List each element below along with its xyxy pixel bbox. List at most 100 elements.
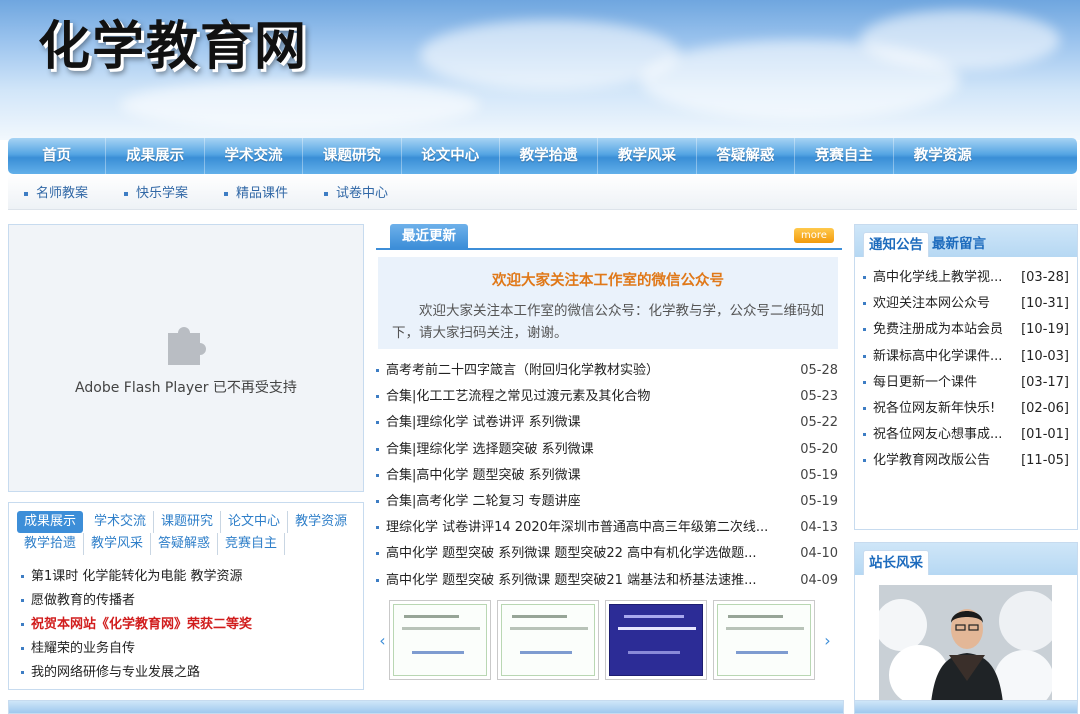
left-list: 第1课时 化学能转化为电能 教学资源 愿做教育的传播者 祝贺本网站《化学教育网》…: [9, 555, 363, 685]
nav-item-teaching-style[interactable]: 教学风采: [598, 138, 697, 174]
featured-article: 欢迎大家关注本工作室的微信公众号 欢迎大家关注本工作室的微信公众号：化学教与学，…: [378, 257, 838, 349]
list-item-title: 合集|理综化学 选择题突破 系列微课: [386, 441, 594, 457]
list-item[interactable]: 高考考前二十四字箴言（附回归化学教材实验） 05-28: [376, 358, 842, 384]
nav-item-competition[interactable]: 竞赛自主: [795, 138, 894, 174]
list-item-title: 理综化学 试卷讲评14 2020年深圳市普通高中高三年级第二次线...: [386, 520, 769, 536]
webmaster-title: 站长风采: [863, 550, 929, 575]
subnav-item-study-plans[interactable]: 快乐学案: [124, 182, 188, 201]
bottom-panel-edge: [8, 700, 844, 714]
list-item[interactable]: 祝各位网友心想事成... [01-01]: [863, 422, 1077, 448]
thumbnail[interactable]: [497, 600, 599, 680]
list-item-label: 祝贺本网站《化学教育网》荣获二等奖: [31, 617, 253, 632]
list-item-date: 05-19: [800, 493, 838, 509]
tab-latest-messages[interactable]: 最新留言: [927, 232, 991, 257]
nav-item-research[interactable]: 课题研究: [303, 138, 402, 174]
nav-item-home[interactable]: 首页: [8, 138, 107, 174]
list-item[interactable]: 合集|高考化学 二轮复习 专题讲座 05-19: [376, 489, 842, 515]
list-item-title: 新课标高中化学课件...: [873, 348, 1003, 364]
tab-academic[interactable]: 学术交流: [87, 511, 155, 533]
list-item-highlight[interactable]: 祝贺本网站《化学教育网》荣获二等奖: [21, 613, 363, 637]
thumbnail[interactable]: [605, 600, 707, 680]
list-item-date: 05-19: [800, 467, 838, 483]
bullet-icon: [376, 473, 379, 477]
panel-title[interactable]: 最近更新: [390, 224, 468, 248]
list-item[interactable]: 桂耀荣的业务自传: [21, 637, 363, 661]
list-item-date: [10-03]: [1021, 348, 1069, 364]
chevron-left-icon[interactable]: ‹: [376, 631, 389, 650]
featured-title[interactable]: 欢迎大家关注本工作室的微信公众号: [378, 269, 838, 290]
tab-achievements[interactable]: 成果展示: [17, 511, 84, 533]
panel-header: 最近更新 more: [376, 224, 842, 250]
list-item-title: 合集|高考化学 二轮复习 专题讲座: [386, 493, 581, 509]
bullet-icon: [376, 369, 379, 372]
tab-competition[interactable]: 竞赛自主: [218, 533, 286, 555]
list-item-date: [02-06]: [1021, 400, 1069, 416]
list-item-label: 桂耀荣的业务自传: [31, 641, 136, 656]
subnav-item-exams[interactable]: 试卷中心: [324, 182, 388, 201]
list-item[interactable]: 欢迎关注本网公众号 [10-31]: [863, 291, 1077, 317]
nav-item-papers[interactable]: 论文中心: [402, 138, 500, 174]
thumbnail[interactable]: [713, 600, 815, 680]
tab-teaching-style[interactable]: 教学风采: [84, 533, 152, 555]
subnav-label: 精品课件: [236, 186, 289, 201]
list-item[interactable]: 合集|理综化学 试卷讲评 系列微课 05-22: [376, 410, 842, 436]
thumbnail[interactable]: [389, 600, 491, 680]
bullet-icon: [863, 459, 866, 463]
list-item[interactable]: 高中化学 题型突破 系列微课 题型突破22 高中有机化学选做题... 04-10: [376, 541, 842, 567]
list-item-date: [03-28]: [1021, 270, 1069, 285]
subnav-item-courseware[interactable]: 精品课件: [224, 182, 288, 201]
bottom-panel-edge: [854, 700, 1078, 714]
bullet-icon: [863, 328, 866, 332]
notice-header: 通知公告 最新留言: [855, 225, 1077, 257]
list-item[interactable]: 理综化学 试卷讲评14 2020年深圳市普通高中高三年级第二次线... 04-13: [376, 515, 842, 541]
updates-list: 高考考前二十四字箴言（附回归化学教材实验） 05-28 合集|化工工艺流程之常见过…: [376, 358, 842, 594]
list-item[interactable]: 第1课时 化学能转化为电能 教学资源: [21, 565, 363, 589]
list-item[interactable]: 合集|高中化学 题型突破 系列微课 05-19: [376, 463, 842, 489]
list-item[interactable]: 免费注册成为本站会员 [10-19]: [863, 317, 1077, 343]
tab-notices[interactable]: 通知公告: [863, 232, 929, 257]
list-item-date: [10-19]: [1021, 322, 1069, 338]
bullet-icon: [863, 380, 866, 384]
list-item-title: 祝各位网友新年快乐!: [873, 400, 996, 416]
bullet-icon: [21, 575, 24, 578]
nav-item-academic[interactable]: 学术交流: [205, 138, 304, 174]
nav-item-achievements[interactable]: 成果展示: [106, 138, 205, 174]
slide-preview: [609, 604, 703, 676]
bullet-icon: [376, 552, 379, 556]
chevron-right-icon[interactable]: ›: [821, 631, 834, 650]
thumbnail-carousel: ‹ ›: [376, 598, 842, 682]
list-item[interactable]: 祝各位网友新年快乐! [02-06]: [863, 396, 1077, 422]
nav-item-resources[interactable]: 教学资源: [894, 138, 992, 174]
list-item-label: 第1课时 化学能转化为电能 教学资源: [31, 569, 243, 584]
tab-papers[interactable]: 论文中心: [221, 511, 289, 533]
portrait-image: [879, 585, 1052, 703]
list-item[interactable]: 我的网络研修与专业发展之路: [21, 661, 363, 685]
list-item-date: 05-28: [800, 363, 838, 378]
site-logo[interactable]: 化学教育网: [38, 4, 308, 79]
list-item[interactable]: 合集|化工工艺流程之常见过渡元素及其化合物 05-23: [376, 384, 842, 410]
list-item[interactable]: 愿做教育的传播者: [21, 589, 363, 613]
tab-teaching-notes[interactable]: 教学拾遗: [17, 533, 85, 555]
tab-qa[interactable]: 答疑解惑: [151, 533, 219, 555]
list-item[interactable]: 高中化学 题型突破 系列微课 题型突破21 端基法和桥基法速推... 04-09: [376, 568, 842, 594]
list-item[interactable]: 新课标高中化学课件... [10-03]: [863, 344, 1077, 370]
nav-item-qa[interactable]: 答疑解惑: [697, 138, 796, 174]
list-item[interactable]: 高中化学线上教学视... [03-28]: [863, 265, 1077, 291]
more-button[interactable]: more: [794, 228, 834, 243]
webmaster-photo[interactable]: [879, 585, 1052, 703]
bullet-icon: [21, 647, 24, 650]
list-item[interactable]: 化学教育网改版公告 [11-05]: [863, 448, 1077, 474]
bullet-icon: [863, 406, 866, 410]
site-header: 化学教育网: [0, 0, 1080, 140]
tab-resources[interactable]: 教学资源: [288, 511, 354, 533]
list-item[interactable]: 合集|理综化学 选择题突破 系列微课 05-20: [376, 437, 842, 463]
bullet-icon: [863, 354, 866, 358]
list-item-title: 欢迎关注本网公众号: [873, 296, 991, 312]
subnav-label: 快乐学案: [136, 186, 189, 201]
nav-item-teaching-notes[interactable]: 教学拾遗: [500, 138, 599, 174]
list-item-date: 05-20: [800, 441, 838, 457]
subnav-item-lesson-plans[interactable]: 名师教案: [24, 182, 88, 201]
tab-research[interactable]: 课题研究: [154, 511, 222, 533]
list-item[interactable]: 每日更新一个课件 [03-17]: [863, 370, 1077, 396]
bullet-icon: [21, 671, 24, 674]
